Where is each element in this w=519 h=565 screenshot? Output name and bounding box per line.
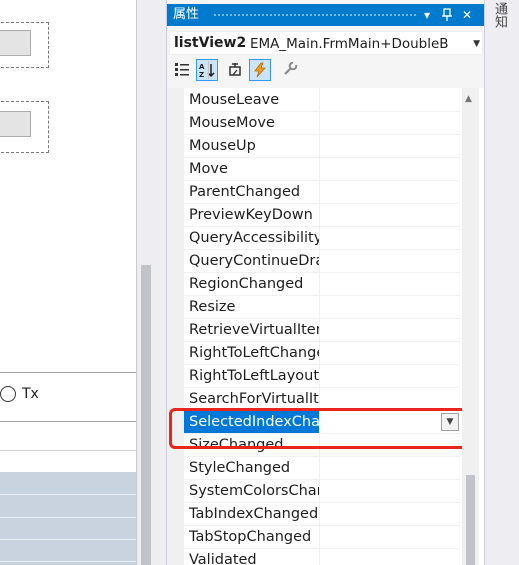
event-row[interactable]: PreviewKeyDown: [184, 204, 460, 227]
event-row[interactable]: StyleChanged: [184, 457, 460, 480]
list-view-area[interactable]: [0, 472, 136, 565]
alphabetical-button[interactable]: A Z: [196, 59, 218, 81]
grid-line: [0, 561, 136, 562]
categorized-button[interactable]: [172, 59, 194, 81]
event-name: Resize: [189, 299, 236, 315]
event-row[interactable]: QueryContinueDrag: [184, 250, 460, 273]
title-grip: [213, 13, 417, 18]
event-name: ParentChanged: [189, 184, 301, 200]
event-name: MouseMove: [189, 115, 275, 131]
grid-gutter: [167, 88, 184, 565]
divider: [0, 372, 136, 373]
event-row[interactable]: QueryAccessibilityHelp: [184, 227, 460, 250]
event-name: Move: [189, 161, 228, 177]
property-pages-icon: [284, 61, 298, 75]
event-row[interactable]: RetrieveVirtualItem: [184, 319, 460, 342]
event-name: QueryAccessibilityHelp: [189, 230, 319, 246]
event-name: TabStopChanged: [189, 529, 312, 545]
properties-button[interactable]: [225, 59, 247, 81]
panel-title: 属性: [173, 7, 200, 22]
form-surface: Tx: [0, 0, 137, 565]
scroll-thumb[interactable]: [466, 475, 475, 565]
properties-icon: [229, 63, 241, 76]
svg-text:A: A: [199, 63, 205, 71]
properties-panel: 属性 ▾ ✕ listView2 EMA_Main.FrmMain+Double…: [166, 0, 485, 565]
designer-button-2[interactable]: [0, 111, 31, 137]
grid-line: [0, 517, 136, 518]
object-name: listView2: [174, 35, 247, 51]
property-pages-button[interactable]: [280, 59, 302, 81]
window-position-button[interactable]: ▾: [419, 6, 435, 24]
events-icon: [254, 62, 266, 78]
event-name: RegionChanged: [189, 276, 304, 292]
event-row[interactable]: RegionChanged: [184, 273, 460, 296]
pin-button[interactable]: [439, 6, 455, 24]
close-button[interactable]: ✕: [459, 6, 475, 24]
grid-line: [0, 494, 136, 495]
event-name: RetrieveVirtualItem: [189, 322, 319, 338]
scroll-up-icon[interactable]: ▲: [465, 94, 472, 104]
grid-line: [0, 539, 136, 540]
object-type: EMA_Main.FrmMain+DoubleB: [250, 36, 449, 52]
divider: [0, 450, 136, 451]
property-grid: MouseLeave MouseMove MouseUp Move Parent…: [167, 88, 485, 565]
designer-button-1[interactable]: [0, 30, 31, 56]
property-grid-scrollbar[interactable]: ▲: [462, 88, 479, 565]
divider: [0, 421, 136, 422]
chevron-down-icon[interactable]: ▼: [473, 35, 480, 53]
event-name: RightToLeftChanged: [189, 345, 319, 361]
event-row[interactable]: RightToLeftChanged: [184, 342, 460, 365]
alphabetical-icon: A Z: [199, 63, 215, 78]
event-row[interactable]: Resize: [184, 296, 460, 319]
pin-icon: [442, 8, 452, 21]
side-tab-strip: 通知: [484, 0, 519, 565]
event-name: MouseUp: [189, 138, 256, 154]
event-row[interactable]: MouseUp: [184, 135, 460, 158]
event-row[interactable]: SystemColorsChanged: [184, 480, 460, 503]
radio-label: Tx: [22, 386, 39, 402]
designer-scrollbar[interactable]: [141, 265, 151, 565]
object-selector[interactable]: listView2 EMA_Main.FrmMain+DoubleB ▼: [169, 31, 483, 55]
event-name: QueryContinueDrag: [189, 253, 319, 269]
categorized-icon: [175, 63, 189, 76]
panel-title-bar[interactable]: 属性 ▾ ✕: [167, 4, 485, 26]
event-name: MouseLeave: [189, 92, 280, 108]
svg-text:Z: Z: [199, 71, 204, 78]
annotation-highlight-box: [169, 408, 472, 449]
form-designer: Tx: [0, 0, 166, 565]
event-name: SystemColorsChanged: [189, 483, 319, 499]
event-name: StyleChanged: [189, 460, 291, 476]
event-row[interactable]: MouseLeave: [184, 89, 460, 112]
event-row[interactable]: RightToLeftLayoutChanged: [184, 365, 460, 388]
event-name: TabIndexChanged: [189, 506, 319, 522]
notifications-tab[interactable]: 通知: [492, 2, 509, 28]
event-row[interactable]: MouseMove: [184, 112, 460, 135]
event-row[interactable]: ParentChanged: [184, 181, 460, 204]
event-name: RightToLeftLayoutChanged: [189, 368, 319, 384]
event-name: SearchForVirtualItem: [189, 391, 319, 407]
events-button[interactable]: [249, 59, 271, 81]
event-name: PreviewKeyDown: [189, 207, 313, 223]
properties-toolbar: A Z: [167, 57, 485, 85]
event-row[interactable]: TabIndexChanged: [184, 503, 460, 526]
event-row[interactable]: Validated: [184, 549, 460, 565]
event-name: Validated: [189, 552, 257, 565]
event-row[interactable]: TabStopChanged: [184, 526, 460, 549]
radio-button[interactable]: [0, 386, 16, 402]
toolbar-separator: [208, 61, 209, 79]
event-row[interactable]: Move: [184, 158, 460, 181]
